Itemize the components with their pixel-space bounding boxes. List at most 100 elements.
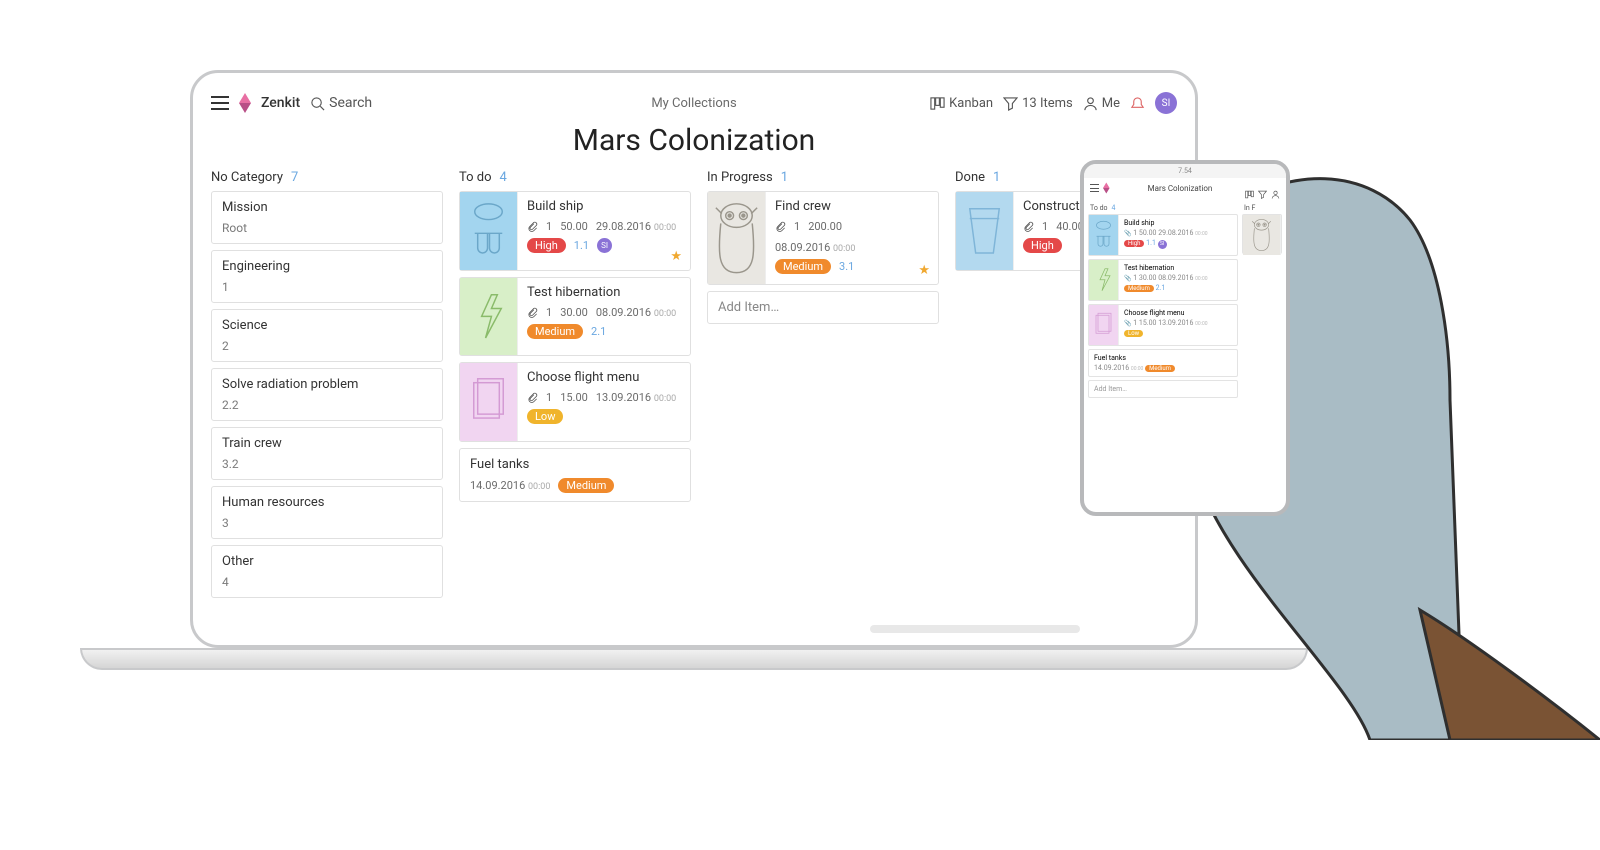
filter-button[interactable]: 13 Items: [1003, 96, 1073, 111]
card-title: Construct eng: [1023, 199, 1177, 214]
avatar[interactable]: SI: [1155, 92, 1177, 114]
card[interactable]: Mission Root: [211, 191, 443, 244]
card-thumb: [708, 192, 766, 284]
card-subtitle: 1: [222, 280, 432, 294]
card-number: 2.1: [591, 325, 606, 338]
column-header: No Category 7: [211, 170, 443, 185]
phone-column: In F: [1242, 202, 1282, 508]
card[interactable]: Human resources 3: [211, 486, 443, 539]
column-header: To do 4: [459, 170, 691, 185]
phone-kanban-icon[interactable]: [1245, 184, 1254, 193]
search-icon: [310, 96, 325, 111]
card-number: 1.1: [574, 239, 589, 252]
brand-name: Zenkit: [261, 95, 300, 111]
card[interactable]: Engineering 1: [211, 250, 443, 303]
column-name: In Progress: [707, 170, 773, 185]
card-title: Other: [222, 554, 432, 569]
attachment-icon: [527, 221, 538, 232]
attach-count: 1: [546, 306, 552, 319]
card-cost: 30.00: [560, 306, 588, 319]
menu-button[interactable]: [211, 96, 229, 110]
card-subtitle: 3.2: [222, 457, 432, 471]
priority-badge: High: [527, 238, 566, 253]
card[interactable]: Train crew 3.2: [211, 427, 443, 480]
attachment-icon: [527, 307, 538, 318]
priority-badge: Medium: [558, 478, 614, 493]
column: To do 4Build ship1 50.00 29.08.2016 00:0…: [459, 170, 691, 633]
card-date: 14.09.2016 00:00: [470, 479, 550, 492]
laptop-base: [80, 648, 1308, 670]
card-subtitle: 3: [222, 516, 432, 530]
card-title: Find crew: [775, 199, 929, 214]
card-thumb: [460, 363, 518, 441]
card[interactable]: Other 4: [211, 545, 443, 598]
column-header: In Progress 1: [707, 170, 939, 185]
card-title: Fuel tanks: [470, 457, 680, 472]
search-button[interactable]: Search: [310, 95, 372, 111]
card-date: 29.08.2016 00:00: [596, 220, 676, 233]
assignee-avatar: SI: [597, 238, 612, 253]
star-icon[interactable]: ★: [918, 263, 930, 278]
card-title: Build ship: [527, 199, 681, 214]
phone-user-icon[interactable]: [1271, 184, 1280, 193]
app-window: Zenkit Search My Collections Kanban 13 I…: [205, 85, 1183, 633]
card-cost: 200.00: [808, 220, 842, 233]
view-switch[interactable]: Kanban: [930, 96, 993, 111]
kanban-icon: [930, 96, 945, 111]
card-title: Choose flight menu: [527, 370, 681, 385]
phone-filter-icon[interactable]: [1258, 184, 1267, 193]
column: No Category 7 Mission Root Engineering 1 Scie…: [211, 170, 443, 633]
card-title: Engineering: [222, 259, 432, 274]
column-name: Done: [955, 170, 985, 185]
card[interactable]: Test hibernation1 30.00 08.09.2016 00:00…: [459, 277, 691, 357]
attachment-icon: [775, 221, 786, 232]
card-subtitle: Root: [222, 221, 432, 235]
page-title: Mars Colonization: [205, 123, 1183, 158]
card-subtitle: 4: [222, 575, 432, 589]
card-number: 3.1: [839, 260, 854, 273]
star-icon[interactable]: ★: [670, 249, 682, 264]
view-label: Kanban: [949, 96, 993, 111]
card-title: Solve radiation problem: [222, 377, 432, 392]
card[interactable]: Choose flight menu1 15.00 13.09.2016 00:…: [459, 362, 691, 442]
attach-count: 1: [794, 220, 800, 233]
card-thumb: [460, 278, 518, 356]
items-label: 13 Items: [1022, 96, 1073, 111]
filter-icon: [1003, 96, 1018, 111]
column-name: No Category: [211, 170, 283, 185]
column: In Progress 1 Find crew 1 200.00 08.09.201…: [707, 170, 939, 633]
me-button[interactable]: Me: [1083, 96, 1120, 111]
card-date: 13.09.2016 00:00: [596, 391, 676, 404]
attachment-icon: [527, 392, 538, 403]
column-count: 4: [500, 170, 507, 185]
card[interactable]: Solve radiation problem 2.2: [211, 368, 443, 421]
card-thumb: [956, 192, 1014, 270]
user-icon: [1083, 96, 1098, 111]
add-item-input[interactable]: Add Item…: [707, 291, 939, 324]
me-label: Me: [1102, 96, 1120, 111]
card[interactable]: Fuel tanks 14.09.2016 00:00 Medium: [459, 448, 691, 502]
card-title: Human resources: [222, 495, 432, 510]
card-title: Mission: [222, 200, 432, 215]
card[interactable]: Construct eng1 40.00 High: [955, 191, 1183, 271]
card-subtitle: 2: [222, 339, 432, 353]
card-subtitle: 2.2: [222, 398, 432, 412]
card-title: Train crew: [222, 436, 432, 451]
card[interactable]: Find crew 1 200.00 08.09.2016 00:00 Medium…: [707, 191, 939, 285]
priority-badge: Medium: [527, 324, 583, 339]
card[interactable]: Science2: [211, 309, 443, 362]
attach-count: 1: [1042, 220, 1048, 233]
kanban-board: No Category 7 Mission Root Engineering 1 Scie…: [205, 170, 1183, 633]
card-cost: 40.00: [1056, 220, 1084, 233]
priority-badge: Medium: [775, 259, 831, 274]
card[interactable]: Build ship1 50.00 29.08.2016 00:00High 1…: [459, 191, 691, 271]
card-date: 08.09.2016 00:00: [775, 241, 855, 254]
priority-badge: Low: [527, 409, 563, 424]
column-name: To do: [459, 170, 492, 185]
card-thumb: [460, 192, 518, 270]
attach-count: 1: [546, 220, 552, 233]
search-label: Search: [329, 95, 372, 111]
bell-icon[interactable]: [1130, 96, 1145, 111]
column: Done 1Construct eng1 40.00 High: [955, 170, 1183, 633]
column-count: 1: [781, 170, 788, 185]
